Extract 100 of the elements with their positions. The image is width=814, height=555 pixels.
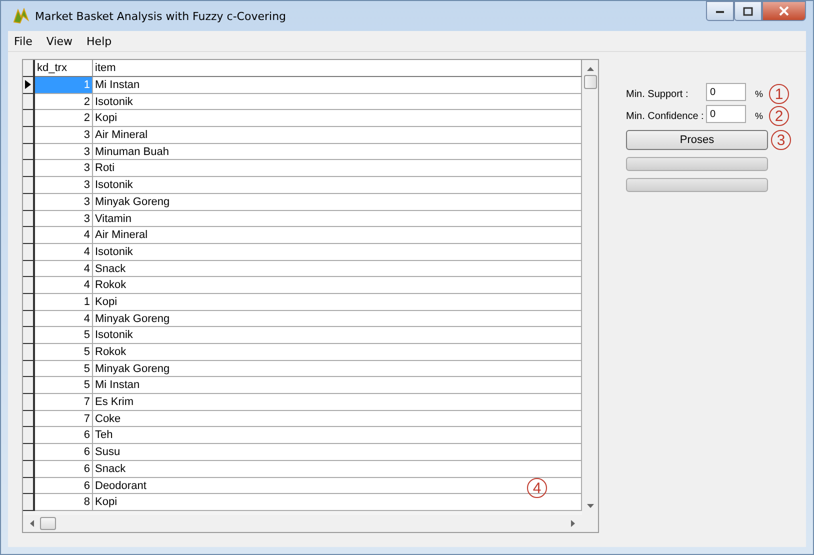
table-cell: 3 — [35, 194, 93, 210]
table-cell: Minuman Buah — [93, 144, 582, 160]
row-indicator[interactable] — [23, 110, 35, 128]
table-cell: 4 — [35, 310, 93, 328]
table-cell: 8 — [35, 494, 93, 511]
table-cell: 2 — [35, 110, 93, 128]
row-indicator[interactable] — [23, 460, 35, 478]
window-title: Market Basket Analysis with Fuzzy c-Covering — [35, 10, 288, 22]
row-indicator[interactable] — [23, 177, 35, 194]
table-cell: Susu — [93, 444, 582, 461]
table-cell: 5 — [35, 377, 93, 394]
table-cell: Mi Instan — [93, 77, 582, 94]
row-indicator[interactable] — [23, 310, 35, 328]
row-indicator[interactable] — [23, 244, 35, 261]
input-field[interactable]: 0 — [706, 83, 746, 101]
table-cell: 2 — [35, 94, 93, 110]
table-cell: Kopi — [93, 294, 582, 311]
table-cell: Roti — [93, 160, 582, 178]
maximize-icon — [743, 6, 753, 16]
table-cell: Kopi — [93, 494, 582, 511]
table-cell: Rokok — [93, 277, 582, 294]
annotation-number: 2 — [769, 106, 790, 126]
table-cell: Kopi — [93, 110, 582, 128]
annotation-number: 1 — [769, 84, 790, 104]
table-cell: 6 — [35, 427, 93, 444]
field-label: Min. Confidence : — [626, 110, 705, 122]
row-indicator[interactable] — [23, 277, 35, 294]
table-cell: 5 — [35, 360, 93, 378]
right-arrow-icon[interactable] — [571, 520, 576, 527]
table-cell: 6 — [35, 444, 93, 461]
row-indicator[interactable] — [23, 427, 35, 444]
row-indicator[interactable] — [23, 344, 35, 361]
maximize-button[interactable] — [734, 1, 762, 21]
column-header[interactable]: kd_trx — [35, 60, 93, 77]
table-cell: Air Mineral — [93, 127, 582, 144]
scroll-thumb[interactable] — [40, 517, 56, 530]
table-cell: Minyak Goreng — [93, 360, 582, 378]
row-indicator[interactable] — [23, 160, 35, 178]
minimize-icon — [715, 8, 725, 14]
table-cell: 3 — [35, 127, 93, 144]
menu-item[interactable]: View — [46, 34, 73, 48]
table-cell: Snack — [93, 260, 582, 278]
table-cell: 4 — [35, 227, 93, 244]
table-cell: Minyak Goreng — [93, 194, 582, 210]
current-row-icon — [25, 80, 31, 90]
row-indicator[interactable] — [23, 478, 35, 494]
row-indicator[interactable] — [23, 210, 35, 228]
table-cell: 6 — [35, 478, 93, 494]
left-arrow-icon[interactable] — [29, 520, 34, 527]
table-cell: 4 — [35, 277, 93, 294]
input-field[interactable]: 0 — [706, 105, 746, 123]
table-cell: 1 — [35, 294, 93, 311]
table-cell: 3 — [35, 160, 93, 178]
table-cell: Vitamin — [93, 210, 582, 228]
table-cell: 1 — [35, 77, 93, 94]
table-cell: 3 — [35, 177, 93, 194]
row-indicator[interactable] — [23, 227, 35, 244]
process-button[interactable]: Proses — [626, 130, 768, 150]
menu-item[interactable]: File — [14, 34, 32, 48]
row-indicator[interactable] — [23, 294, 35, 311]
row-indicator[interactable] — [23, 444, 35, 461]
row-indicator[interactable] — [23, 194, 35, 210]
up-arrow-icon[interactable] — [586, 66, 594, 71]
table-cell: Snack — [93, 460, 582, 478]
annotation-number: 3 — [771, 130, 791, 150]
row-indicator[interactable] — [23, 394, 35, 411]
table-cell: Isotonik — [93, 327, 582, 344]
table-cell: Rokok — [93, 344, 582, 361]
table-cell: 7 — [35, 394, 93, 411]
annotation-number: 4 — [527, 478, 547, 498]
row-indicator[interactable] — [23, 77, 35, 94]
table-cell: Es Krim — [93, 394, 582, 411]
table-cell: 4 — [35, 260, 93, 278]
close-button[interactable] — [762, 1, 806, 21]
table-cell: Coke — [93, 410, 582, 428]
row-indicator[interactable] — [23, 377, 35, 394]
row-indicator[interactable] — [23, 360, 35, 378]
row-indicator[interactable] — [23, 144, 35, 160]
row-indicator[interactable] — [23, 127, 35, 144]
table-cell: Air Mineral — [93, 227, 582, 244]
row-indicator[interactable] — [23, 410, 35, 428]
minimize-button[interactable] — [706, 1, 734, 21]
row-indicator[interactable] — [23, 94, 35, 110]
field-label: Min. Support : — [626, 88, 690, 100]
row-indicator[interactable] — [23, 327, 35, 344]
table-cell: 5 — [35, 344, 93, 361]
column-header[interactable]: item — [93, 60, 582, 77]
menu-item[interactable]: Help — [86, 34, 112, 48]
table-cell: 3 — [35, 144, 93, 160]
table-cell: 4 — [35, 244, 93, 261]
app-icon — [12, 8, 30, 24]
down-arrow-icon[interactable] — [586, 504, 594, 509]
table-cell: Isotonik — [93, 94, 582, 110]
row-indicator[interactable] — [23, 494, 35, 511]
unit-label: % — [755, 89, 764, 99]
row-indicator[interactable] — [23, 260, 35, 278]
table-cell: Mi Instan — [93, 377, 582, 394]
table-cell: 7 — [35, 410, 93, 428]
table-cell: Isotonik — [93, 177, 582, 194]
scroll-thumb[interactable] — [584, 75, 596, 89]
